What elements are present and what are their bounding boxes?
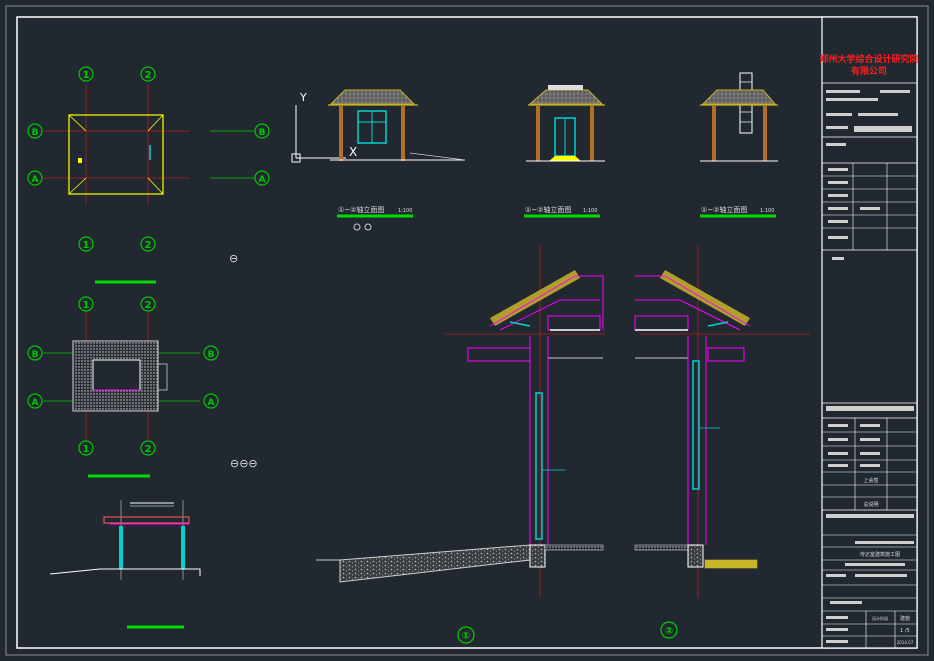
cad-drawing-sheet: 1 2 1 2 B A B A 1 2 1 2 B A B A ⊖ ⊖⊖⊖ Y …: [5, 5, 929, 656]
elevation-1: Y X: [291, 89, 466, 218]
approval-label-2: 总说明: [863, 501, 878, 508]
elevation-3: [700, 72, 778, 218]
circle-symbol-triple: ⊖⊖⊖: [230, 457, 258, 470]
grid-bubble-1-bottom: 1: [78, 236, 94, 252]
section-marker-2: ②: [660, 621, 678, 639]
svg-text:2: 2: [145, 300, 152, 311]
grid-bubble-A-left: A: [27, 170, 43, 186]
design-stage-label: 设计阶段: [872, 615, 888, 621]
wall-section-detail-1: [316, 245, 605, 598]
svg-text:①~②轴立面图: ①~②轴立面图: [701, 205, 747, 214]
svg-text:1: 1: [83, 444, 90, 455]
grid-bubble-1-top: 1: [78, 66, 94, 82]
grid-bubble-2-bottom-floor: 2: [140, 440, 156, 456]
svg-text:B: B: [32, 350, 39, 360]
drawing-name: 传达室建筑施工图: [860, 551, 900, 558]
wall-section-detail-2: [634, 245, 810, 598]
company-name-line1: 郑州大学综合设计研究院: [819, 53, 918, 65]
svg-text:B: B: [259, 128, 266, 138]
ucs-x-label: X: [349, 145, 357, 159]
svg-text:1: 1: [83, 70, 90, 81]
drawing-date: 2014.07: [897, 640, 914, 645]
small-circles: [353, 223, 372, 231]
svg-text:2: 2: [145, 240, 152, 251]
svg-text:A: A: [259, 175, 266, 185]
circle-symbol-single: ⊖: [229, 252, 238, 265]
grid-bubble-A-right: A: [254, 170, 270, 186]
svg-text:A: A: [32, 398, 39, 408]
grid-bubble-B-left-floor: B: [27, 345, 43, 361]
elevation-3-title: ①~②轴立面图 1:100: [701, 205, 774, 214]
svg-text:②: ②: [665, 626, 673, 637]
elevation-2-title: ①~②轴立面图 1:100: [525, 205, 597, 214]
svg-text:1:100: 1:100: [398, 208, 412, 214]
svg-text:B: B: [208, 350, 215, 360]
grid-bubble-A-left-floor: A: [27, 393, 43, 409]
svg-text:1: 1: [83, 240, 90, 251]
elevation-1-title: ①~②轴立面图 1:100: [338, 205, 412, 214]
svg-text:①: ①: [462, 631, 470, 642]
svg-text:①~②轴立面图: ①~②轴立面图: [338, 205, 384, 214]
grid-bubble-2-top-floor: 2: [140, 296, 156, 312]
svg-text:2: 2: [145, 70, 152, 81]
sheet-number: 1 /5: [900, 628, 910, 634]
svg-text:A: A: [32, 175, 39, 185]
plan-view-floor: [44, 312, 200, 478]
grid-bubble-2-top: 2: [140, 66, 156, 82]
title-block: 郑州大学综合设计研究院 有限公司 上会签 总说明 传达室建筑施工图 建施 1 /…: [819, 16, 919, 649]
grid-bubble-1-top-floor: 1: [78, 296, 94, 312]
grid-bubble-B-right-floor: B: [203, 345, 219, 361]
elevation-2: [524, 85, 605, 218]
svg-text:B: B: [32, 128, 39, 138]
sheet-category: 建施: [900, 615, 910, 622]
svg-text:A: A: [208, 398, 215, 408]
svg-text:1:100: 1:100: [760, 208, 774, 214]
grid-bubble-1-bottom-floor: 1: [78, 440, 94, 456]
company-name-line2: 有限公司: [851, 65, 887, 77]
section-marker-1: ①: [457, 626, 475, 644]
grid-bubble-A-right-floor: A: [203, 393, 219, 409]
ucs-y-label: Y: [299, 91, 307, 104]
svg-text:1: 1: [83, 300, 90, 311]
svg-text:①~②轴立面图: ①~②轴立面图: [525, 205, 571, 214]
svg-text:1:100: 1:100: [583, 208, 597, 214]
approval-label-1: 上会签: [863, 477, 878, 484]
svg-text:2: 2: [145, 444, 152, 455]
grid-bubble-2-bottom: 2: [140, 236, 156, 252]
grid-bubble-B-left: B: [27, 123, 43, 139]
grid-bubble-B-right: B: [254, 123, 270, 139]
small-section-view: [49, 500, 201, 629]
plan-view-roof: [44, 84, 255, 284]
